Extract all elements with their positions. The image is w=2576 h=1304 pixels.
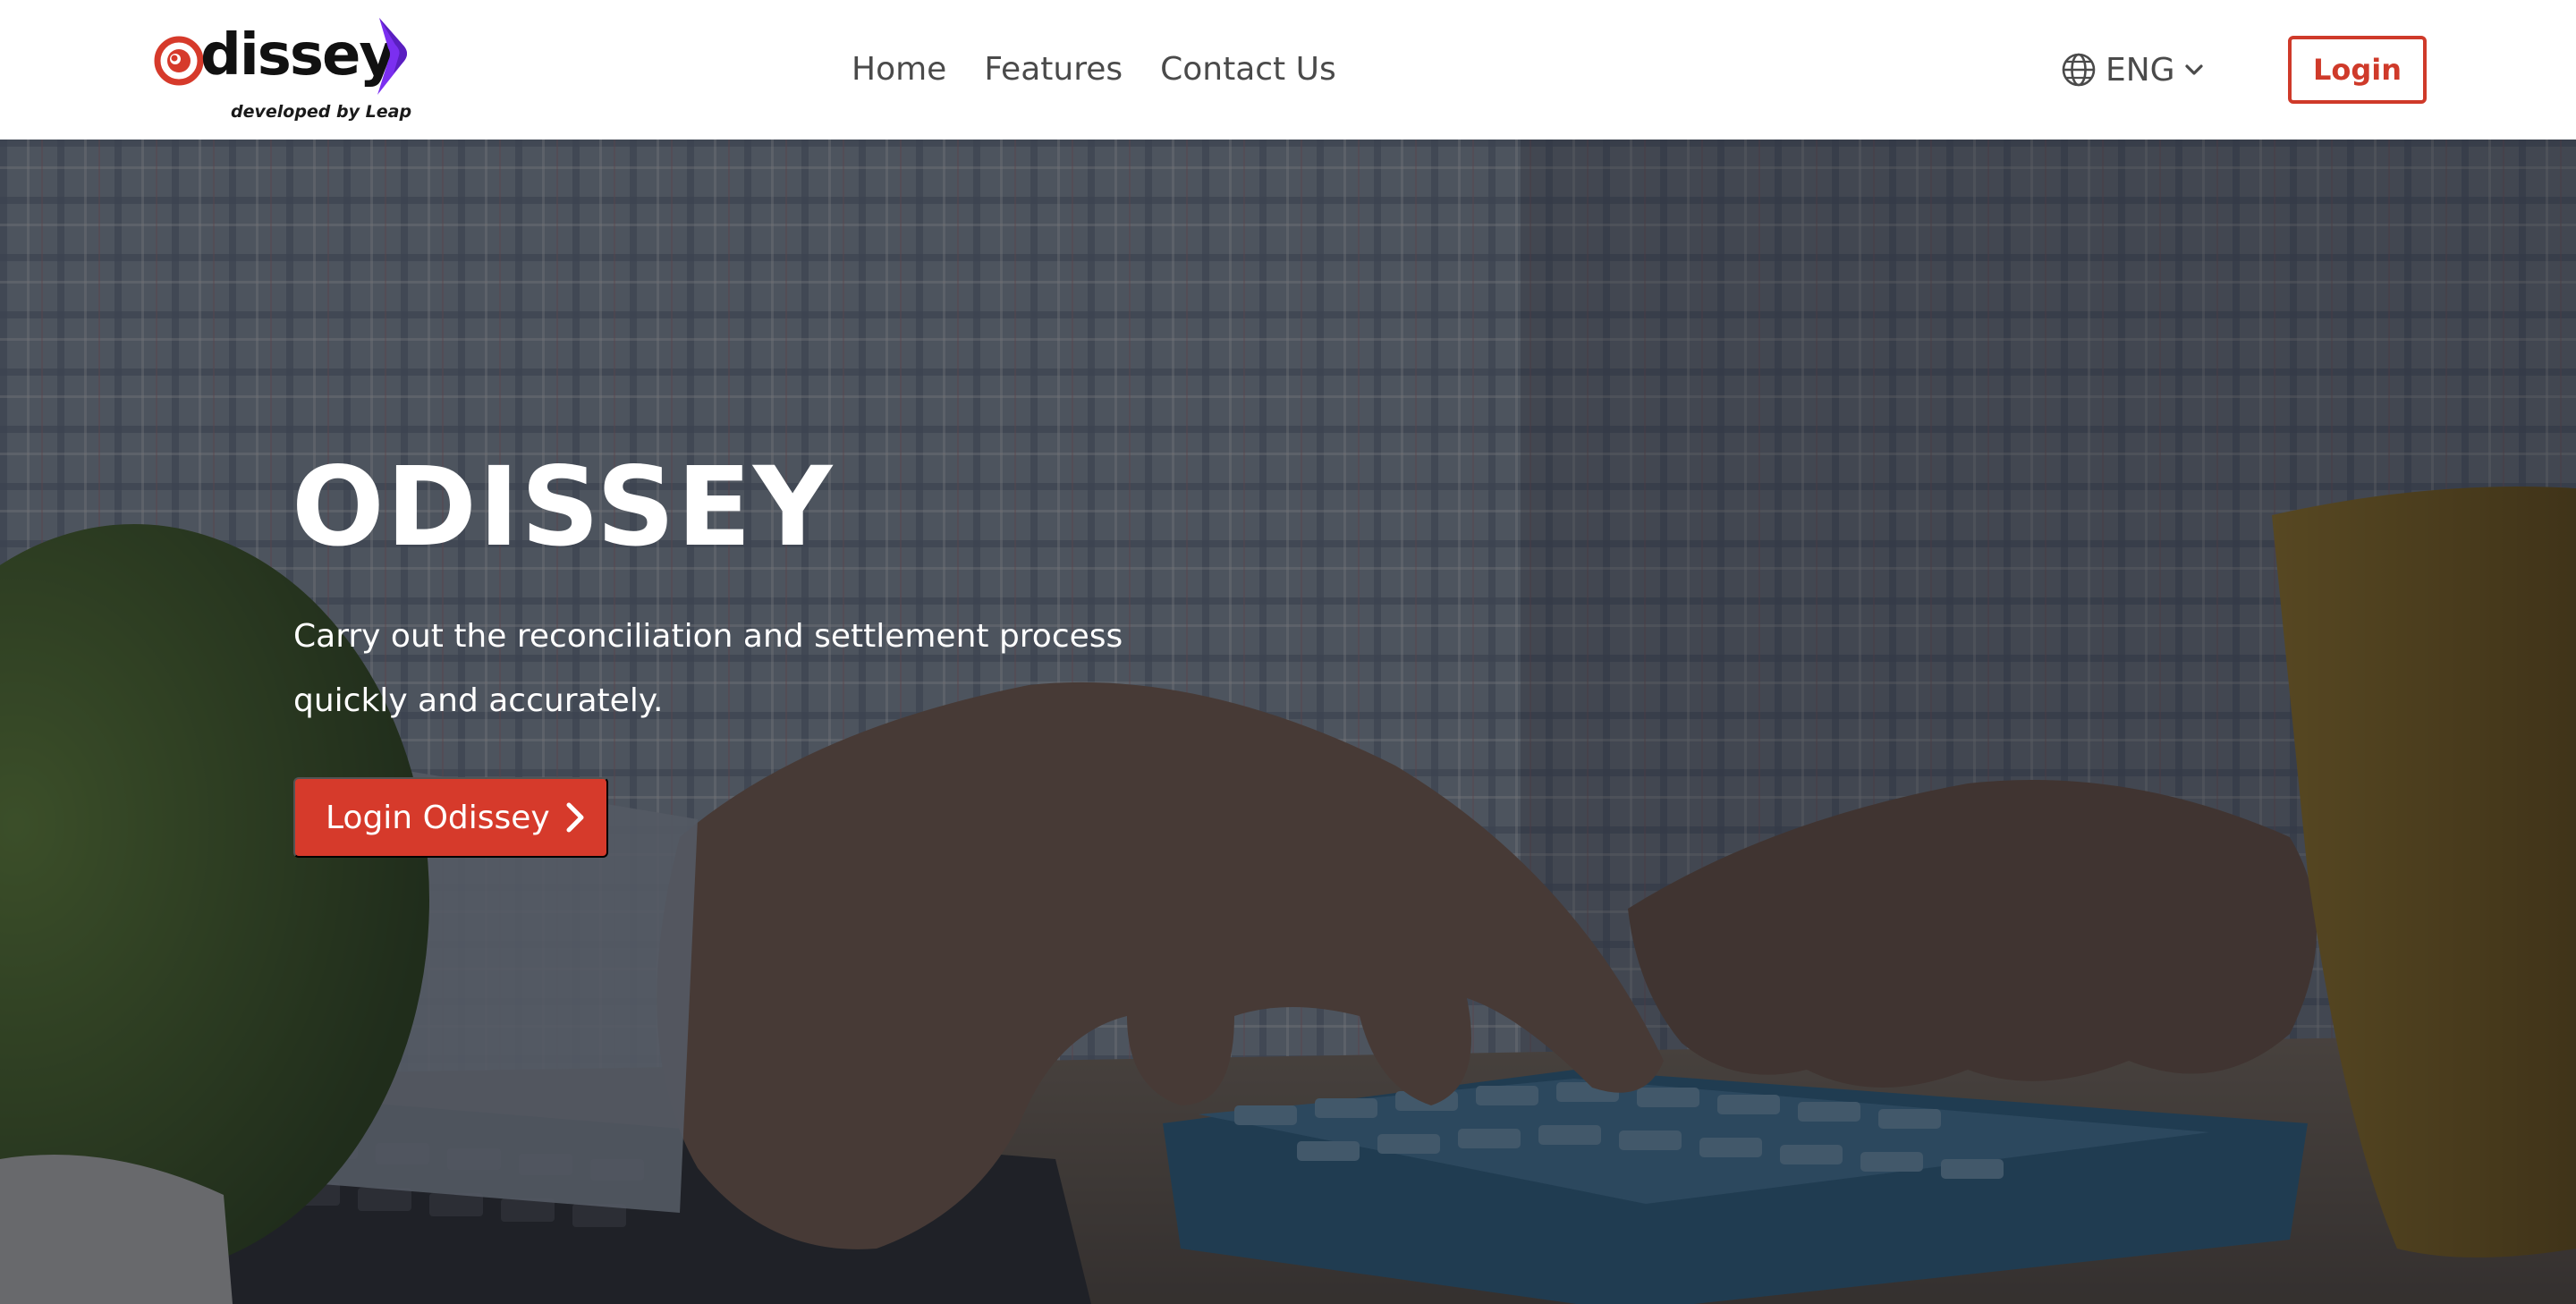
language-selector[interactable]: ENG	[2061, 47, 2204, 93]
top-navbar: dissey developed by Leap Home Features C…	[0, 0, 2576, 140]
hero-title: ODISSEY	[292, 444, 835, 571]
nav-link-features[interactable]: Features	[984, 47, 1123, 93]
nav-link-home[interactable]: Home	[852, 47, 946, 93]
brand-wordmark: dissey	[200, 22, 396, 89]
login-odissey-button[interactable]: Login Odissey	[293, 777, 608, 858]
login-button[interactable]: Login	[2288, 36, 2427, 104]
globe-icon	[2062, 53, 2096, 87]
nav-link-contact-us[interactable]: Contact Us	[1160, 47, 1336, 93]
login-odissey-label: Login Odissey	[326, 799, 550, 836]
odissey-o-mark-icon	[154, 36, 204, 86]
hero-subtitle: Carry out the reconciliation and settlem…	[293, 618, 1123, 719]
brand-logo[interactable]: dissey developed by Leap	[154, 16, 431, 125]
brand-tagline: developed by Leap	[231, 102, 412, 122]
chevron-right-icon	[566, 802, 584, 833]
main-nav: Home Features Contact Us	[852, 47, 1336, 93]
odissey-swoosh-icon	[377, 18, 407, 95]
language-label: ENG	[2106, 51, 2175, 89]
hero-section: ODISSEY Carry out the reconciliation and…	[0, 140, 2576, 1304]
chevron-down-icon	[2184, 64, 2203, 75]
